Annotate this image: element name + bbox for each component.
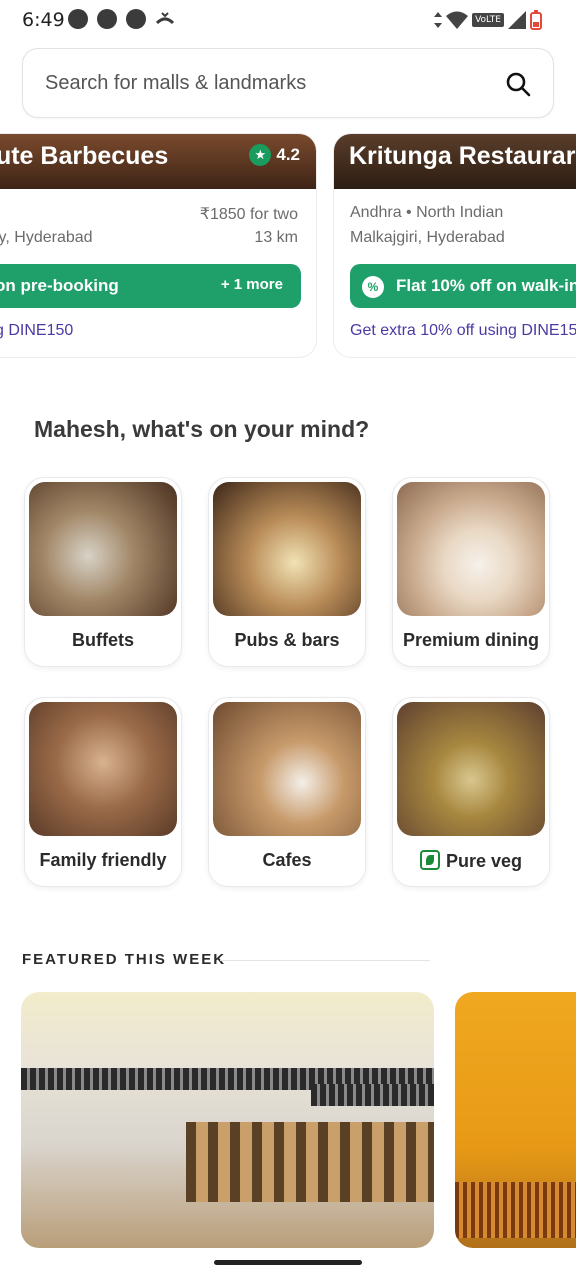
pubs-photo [213,482,361,616]
ceiling-lattice [311,1084,434,1106]
featured-title: FEATURED THIS WEEK [22,951,227,968]
category-label: Family friendly [39,850,167,870]
search-input[interactable]: Search for malls & landmarks [45,72,306,95]
rating-value: 4.2 [276,145,300,164]
app-icon [97,9,117,29]
category-family-friendly[interactable]: Family friendly [24,697,182,887]
restaurant-location: ly, Hyderabad [0,229,93,246]
category-pure-veg[interactable]: Pure veg [392,697,550,887]
cafes-photo [213,702,361,836]
veg-icon [419,850,440,870]
category-pubs-bars[interactable]: Pubs & bars [208,477,366,667]
category-label: Pure veg [393,850,549,872]
offer-banner[interactable]: % Flat 10% off on walk-in [350,264,576,308]
featured-card[interactable] [21,992,434,1248]
price-for-two: ₹1850 for two [199,206,298,223]
missed-call-icon [155,12,175,25]
pure-veg-photo [397,702,545,836]
battery-icon [530,10,542,30]
category-cafes[interactable]: Cafes [208,697,366,887]
data-arrows-icon [434,12,443,28]
restaurant-name: lute Barbecues [0,142,169,170]
volte-badge: VoLTE [472,13,504,27]
search-icon[interactable] [505,71,531,97]
restaurant-name: Kritunga Restaurar [349,142,576,170]
restaurant-card[interactable]: lute Barbecues ★ 4.2 ₹1850 for two ly, H… [0,133,317,358]
navigation-bar [0,1248,576,1280]
premium-dining-photo [397,482,545,616]
category-label: Buffets [72,630,134,650]
restaurant-cuisine: Andhra • North Indian [350,204,504,221]
star-icon: ★ [249,144,272,166]
category-buffets[interactable]: Buffets [24,477,182,667]
wifi-icon [446,11,469,29]
restaurant-card[interactable]: Kritunga Restaurar Andhra • North Indian… [333,133,576,358]
search-bar[interactable]: Search for malls & landmarks [22,48,554,118]
rating-badge: ★ 4.2 [249,144,300,166]
offer-text: Flat 10% off on walk-in [396,276,576,295]
system-icons: VoLTE [434,10,542,30]
section-title: Mahesh, what's on your mind? [34,416,370,442]
lattice-partition [186,1122,434,1202]
category-label: Pubs & bars [234,630,340,650]
promo-text: g DINE150 [0,322,74,339]
offer-text: on pre-booking [0,276,119,295]
restaurant-location: Malkajgiri, Hyderabad [350,229,505,246]
pure-veg-label: Pure veg [445,851,523,871]
category-label: Cafes [262,850,312,870]
offer-banner[interactable]: on pre-booking + 1 more [0,264,301,308]
featured-card[interactable] [455,992,576,1248]
whatsapp-icon [68,9,88,29]
gesture-handle[interactable] [214,1260,362,1265]
category-premium-dining[interactable]: Premium dining [392,477,550,667]
buffets-photo [29,482,177,616]
offer-more[interactable]: + 1 more [221,276,283,293]
pattern-band [455,1182,576,1238]
percent-icon: % [362,276,384,298]
status-bar: 6:49 VoLTE [0,0,576,40]
messenger-icon [126,9,146,29]
category-label: Premium dining [402,630,539,650]
promo-text: Get extra 10% off using DINE150 [350,322,576,339]
notification-icons [68,9,175,29]
restaurant-distance: 13 km [254,229,298,246]
signal-icon [508,11,526,29]
family-photo [29,702,177,836]
featured-divider [220,960,430,961]
status-time: 6:49 [22,9,65,31]
